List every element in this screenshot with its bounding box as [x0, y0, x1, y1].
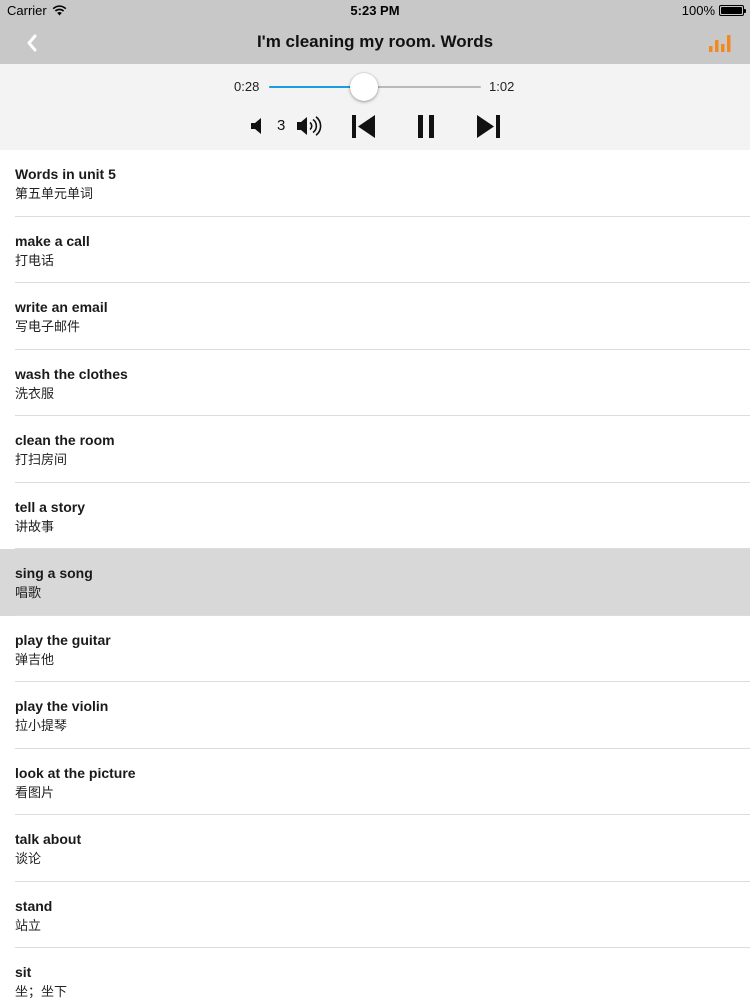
battery-percentage: 100% [681, 3, 715, 18]
skip-back-icon [352, 115, 375, 138]
list-item[interactable]: stand 站立 [0, 882, 750, 949]
list-item[interactable]: sing a song 唱歌 [0, 549, 750, 616]
word-chinese: 唱歌 [15, 586, 42, 601]
pause-button[interactable] [416, 114, 436, 139]
word-english: play the guitar [15, 631, 111, 648]
list-item[interactable]: look at the picture 看图片 [0, 749, 750, 816]
skip-forward-icon [477, 115, 500, 138]
current-time: 0:28 [234, 79, 260, 94]
word-chinese: 洗衣服 [15, 386, 55, 402]
word-english: talk about [15, 831, 82, 847]
status-bar: Carrier 5:23 PM 100% [0, 0, 750, 22]
word-list: Words in unit 5 第五单元单词 make a call 打电话 write… [0, 150, 750, 1000]
word-english: Words in unit 5 [15, 166, 116, 182]
word-english: look at the picture [15, 764, 136, 781]
stats-button[interactable] [706, 31, 734, 55]
list-item[interactable]: write an email 写电子邮件 [0, 283, 750, 350]
volume-down-button[interactable] [248, 115, 266, 137]
word-chinese: 第五单元单词 [15, 187, 94, 202]
word-english: sit [15, 964, 32, 980]
progress-slider[interactable] [269, 73, 481, 101]
word-chinese: 看图片 [15, 785, 55, 801]
navigation-bar: I'm cleaning my room. Words [0, 22, 750, 64]
list-item[interactable]: wash the clothes 洗衣服 [0, 350, 750, 417]
list-item[interactable]: clean the room 打扫房间 [0, 416, 750, 483]
word-chinese: 站立 [15, 918, 42, 934]
next-button[interactable] [475, 114, 501, 139]
list-item[interactable]: make a call 打电话 [0, 217, 750, 284]
total-time: 1:02 [489, 79, 515, 94]
audio-player: 0:28 1:02 3 [0, 64, 750, 150]
word-english: clean the room [15, 432, 115, 448]
word-chinese: 坐；坐下 [15, 985, 68, 1000]
speaker-high-icon [297, 116, 322, 136]
word-chinese: 讲故事 [15, 519, 55, 535]
chevron-left-icon [27, 34, 37, 52]
word-english: write an email [15, 299, 108, 315]
word-english: wash the clothes [15, 365, 128, 382]
battery-indicator: 100% [681, 3, 746, 18]
list-item[interactable]: sit 坐；坐下 [0, 948, 750, 1000]
word-chinese: 拉小提琴 [15, 719, 68, 734]
volume-up-button[interactable] [295, 115, 325, 137]
slider-thumb[interactable] [350, 73, 379, 101]
word-chinese: 打扫房间 [15, 453, 68, 468]
page-title: I'm cleaning my room. Words [256, 32, 494, 51]
list-item[interactable]: talk about 谈论 [0, 815, 750, 882]
speaker-low-icon [251, 118, 261, 134]
battery-icon [719, 5, 746, 16]
volume-level: 3 [277, 117, 286, 134]
word-english: tell a story [15, 498, 86, 515]
word-english: make a call [15, 232, 90, 249]
list-item[interactable]: Words in unit 5 第五单元单词 [0, 150, 750, 217]
word-chinese: 弹吉他 [15, 652, 55, 668]
word-english: play the violin [15, 698, 109, 714]
word-chinese: 打电话 [15, 253, 55, 269]
pause-icon [418, 115, 434, 138]
list-item[interactable]: play the violin 拉小提琴 [0, 682, 750, 749]
list-item[interactable]: tell a story 讲故事 [0, 483, 750, 550]
back-button[interactable] [20, 31, 44, 55]
word-chinese: 写电子邮件 [15, 320, 81, 335]
previous-button[interactable] [351, 114, 377, 139]
word-english: sing a song [15, 565, 93, 581]
list-item[interactable]: play the guitar 弹吉他 [0, 616, 750, 683]
word-chinese: 谈论 [15, 852, 42, 867]
status-time: 5:23 PM [350, 3, 400, 18]
bar-chart-icon [709, 35, 731, 52]
word-english: stand [15, 897, 53, 914]
